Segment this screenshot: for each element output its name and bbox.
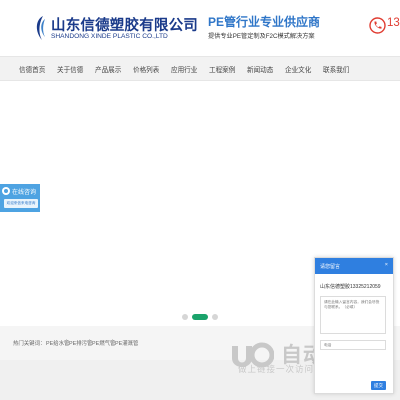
close-icon[interactable]: × — [385, 262, 388, 268]
keyword-separator: | — [89, 339, 91, 345]
company-name-en: SHANDONG XINDE PLASTIC CO.,LTD — [51, 33, 168, 40]
nav-item-news[interactable]: 新闻动态 — [247, 64, 273, 74]
message-company-line: 山东信德塑胶13325212059 — [320, 284, 381, 290]
slider-dot[interactable] — [182, 314, 188, 320]
hotline-number[interactable]: 1332 — [387, 17, 400, 29]
slogan-subtitle: 提供专业PE管定制及F2C模式解决方案 — [208, 33, 315, 40]
keyword-separator: | — [66, 339, 68, 345]
nav-item-products[interactable]: 产品展示 — [95, 64, 121, 74]
nav-item-industries[interactable]: 应用行业 — [171, 64, 197, 74]
nav-item-cases[interactable]: 工程案例 — [209, 64, 235, 74]
main-nav: 信德首页 关于信德 产品展示 价格列表 应用行业 工程案例 新闻动态 企业文化 … — [0, 56, 400, 81]
chat-bubble-icon — [2, 187, 10, 195]
nav-item-contact[interactable]: 联系我们 — [323, 64, 349, 74]
message-widget: 请您留言 × 山东信德塑胶13325212059 提交 — [314, 257, 394, 394]
fish-logo-icon — [36, 16, 45, 40]
keyword-separator: | — [112, 339, 114, 345]
message-widget-header: 请您留言 × — [315, 258, 393, 274]
slogan-title: PE管行业专业供应商 — [208, 15, 321, 29]
message-textarea[interactable] — [320, 296, 386, 334]
site-header: 山东信德塑胶有限公司 SHANDONG XINDE PLASTIC CO.,LT… — [0, 0, 400, 56]
hot-keywords-label: 热门关键词： — [13, 341, 46, 347]
online-service-button[interactable]: 欢迎来信来电咨询 — [4, 199, 38, 208]
online-service-widget[interactable]: 在线咨询 欢迎来信来电咨询 — [0, 184, 40, 212]
slider-dot[interactable] — [212, 314, 218, 320]
nav-item-culture[interactable]: 企业文化 — [285, 64, 311, 74]
online-service-title: 在线咨询 — [12, 189, 37, 196]
phone-input[interactable] — [320, 340, 386, 350]
slider-dot-active[interactable] — [192, 314, 208, 320]
online-service-header: 在线咨询 — [2, 186, 36, 196]
message-widget-title: 请您留言 — [320, 264, 341, 270]
hot-keyword-link[interactable]: PE灌溉管 — [115, 339, 138, 347]
company-name-cn: 山东信德塑胶有限公司 — [51, 17, 198, 34]
submit-button[interactable]: 提交 — [371, 381, 386, 390]
page: 山东信德塑胶有限公司 SHANDONG XINDE PLASTIC CO.,LT… — [0, 0, 400, 400]
nav-item-home[interactable]: 信德首页 — [19, 64, 45, 74]
nav-item-about[interactable]: 关于信德 — [57, 64, 83, 74]
nav-item-prices[interactable]: 价格列表 — [133, 64, 159, 74]
telephone-icon — [369, 17, 386, 34]
